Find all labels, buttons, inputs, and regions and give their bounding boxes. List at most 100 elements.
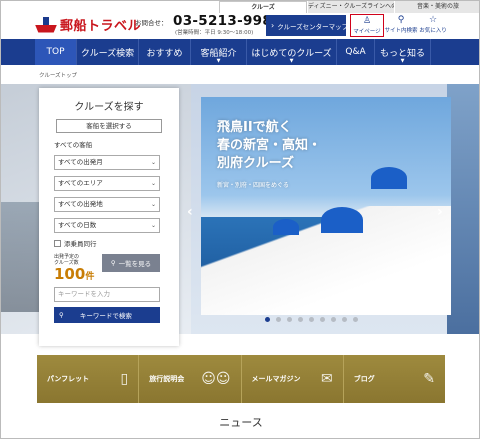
envelope-icon: ✉ [321, 371, 333, 387]
carousel-dot[interactable] [309, 317, 314, 322]
escort-label: 添乗員同行 [64, 240, 97, 248]
keyword-search-button[interactable]: ⚲ キーワードで検索 [54, 307, 160, 323]
nav-learn-more-label: もっと知る [379, 48, 425, 59]
mypage-button[interactable]: ♙ マイページ [350, 14, 384, 37]
slide-caption: 飛鳥IIで航く 春の新宮・高知・ 別府クルーズ 新宮・別府・四国をめぐる [217, 119, 321, 195]
nav-first-cruise[interactable]: はじめてのクルーズ ▼ [247, 39, 337, 65]
site-search-label: サイト内検索 [384, 28, 418, 34]
view-all-label: 一覧を見る [118, 260, 152, 268]
search-icon: ⚲ [397, 15, 405, 25]
carousel-next-arrow[interactable]: › [437, 204, 443, 220]
cruise-count: 100件 [54, 265, 94, 283]
nav-qa[interactable]: Q&A [337, 39, 375, 65]
site-search-button[interactable]: ⚲ サイト内検索 [384, 14, 418, 37]
news-heading: ニュース [219, 416, 263, 429]
checkbox-box[interactable] [54, 239, 61, 247]
nav-learn-more[interactable]: もっと知る ▼ [375, 39, 431, 65]
carousel-dot[interactable] [320, 317, 325, 322]
nav-recommended-label: おすすめ [146, 48, 183, 59]
people-icon: ☺☺ [201, 371, 231, 387]
seminar-link[interactable]: 旅行説明会 ☺☺ [139, 355, 242, 403]
area-select[interactable]: すべてのエリア ⌄ [54, 176, 160, 191]
chevron-down-icon: ▼ [216, 58, 221, 64]
view-all-button[interactable]: ⚲ 一覧を見る [102, 254, 160, 272]
chevron-down-icon: ⌄ [150, 201, 156, 208]
keyword-input[interactable]: キーワードを入力 [54, 287, 160, 302]
next-slide-preview [447, 84, 479, 334]
mail-magazine-link[interactable]: メールマガジン ✉ [242, 355, 344, 403]
breadcrumb[interactable]: クルーズトップ [39, 71, 77, 79]
escort-checkbox[interactable]: 添乗員同行 [54, 238, 164, 248]
area-select-value: すべてのエリア [58, 179, 103, 187]
person-icon: ♙ [362, 16, 372, 26]
favorites-button[interactable]: ☆ お気に入り [416, 14, 450, 37]
main-nav: TOP クルーズ検索 おすすめ 客船紹介 ▼ はじめてのクルーズ ▼ Q&A もっと… [1, 39, 479, 65]
slide-subtitle: 新宮・別府・四国をめぐる [217, 182, 289, 189]
blue-dome [321, 207, 363, 233]
top-tabs: クルーズ ディズニー・クルーズラインへの旅 音楽・美術の旅 [219, 1, 479, 13]
nav-top[interactable]: TOP [35, 39, 77, 65]
nav-cruise-search[interactable]: クルーズ検索 [77, 39, 139, 65]
chevron-down-icon: ⌄ [150, 222, 156, 229]
blue-dome [371, 167, 407, 189]
nav-ships[interactable]: 客船紹介 ▼ [191, 39, 247, 65]
chevron-right-icon: › [271, 21, 275, 30]
carousel-dot[interactable] [342, 317, 347, 322]
nav-top-label: TOP [46, 47, 65, 57]
carousel-dot[interactable] [265, 317, 270, 322]
hero-slide[interactable]: 飛鳥IIで航く 春の新宮・高知・ 別府クルーズ 新宮・別府・四国をめぐる [201, 97, 451, 315]
carousel-prev-arrow[interactable]: ‹ [187, 204, 193, 220]
tab-disney[interactable]: ディズニー・クルーズラインへの旅 [307, 1, 394, 13]
business-hours: (営業時間：平日 9:30〜18:00) [175, 30, 254, 36]
tab-cruise[interactable]: クルーズ [219, 1, 307, 13]
logo-text: 郵船トラベル [60, 19, 142, 34]
nav-first-cruise-label: はじめてのクルーズ [251, 48, 332, 59]
site-logo[interactable]: 郵船トラベル [35, 15, 141, 34]
carousel-dot[interactable] [298, 317, 303, 322]
pamphlet-label: パンフレット [47, 375, 90, 383]
carousel-dot[interactable] [353, 317, 358, 322]
days-select-value: すべての日数 [58, 221, 97, 229]
mypage-label: マイページ [353, 29, 381, 35]
carousel-dot[interactable] [287, 317, 292, 322]
blog-link[interactable]: ブログ ✎ [344, 355, 445, 403]
carousel-dot[interactable] [331, 317, 336, 322]
slide-title-line: 別府クルーズ [217, 156, 294, 171]
chevron-down-icon: ⌄ [150, 180, 156, 187]
contact-label: お問合せ： [135, 19, 168, 27]
favorites-label: お気に入り [419, 28, 447, 34]
search-title: クルーズを探す [74, 102, 144, 113]
cruise-center-map-button[interactable]: › クルーズセンターマップ [266, 15, 348, 36]
month-select-value: すべての出発月 [58, 158, 103, 166]
chevron-down-icon: ▼ [400, 58, 405, 64]
page: クルーズ ディズニー・クルーズラインへの旅 音楽・美術の旅 郵船トラベル お問合… [0, 0, 480, 439]
ship-filter-label: すべての客船 [54, 141, 93, 149]
mail-magazine-label: メールマガジン [251, 375, 301, 383]
pencil-icon: ✎ [423, 371, 435, 387]
blog-label: ブログ [353, 375, 375, 383]
book-icon: ▯ [120, 371, 129, 387]
carousel-dot[interactable] [276, 317, 281, 322]
ship-logo-icon [35, 16, 57, 33]
pamphlet-link[interactable]: パンフレット ▯ [37, 355, 140, 403]
cruise-count-value: 100 [54, 265, 86, 283]
slide-title-line: 飛鳥IIで航く [217, 120, 292, 135]
nav-ships-label: 客船紹介 [200, 48, 237, 59]
cruise-count-row: 出発予定の クルーズ数 100件 ⚲ 一覧を見る [54, 253, 164, 283]
nav-cruise-search-label: クルーズ検索 [80, 48, 135, 59]
nav-qa-label: Q&A [345, 47, 366, 57]
month-select[interactable]: すべての出発月 ⌄ [54, 155, 160, 170]
carousel-dots [265, 317, 358, 322]
feature-band: パンフレット ▯ 旅行説明会 ☺☺ メールマガジン ✉ ブログ ✎ [37, 355, 445, 403]
select-ship-button[interactable]: 客船を選択する [56, 119, 162, 133]
port-select[interactable]: すべての出発地 ⌄ [54, 197, 160, 212]
cruise-search-panel: クルーズを探す 客船を選択する すべての客船 すべての出発月 ⌄ すべてのエリア ⌄… [39, 88, 179, 346]
blue-dome [273, 219, 299, 235]
nav-recommended[interactable]: おすすめ [139, 39, 191, 65]
port-select-value: すべての出発地 [58, 200, 103, 208]
tab-music[interactable]: 音楽・美術の旅 [394, 1, 479, 13]
slide-title-line: 春の新宮・高知・ [217, 138, 322, 153]
chevron-down-icon: ▼ [289, 58, 294, 64]
keyword-search-label: キーワードで検索 [79, 312, 132, 320]
days-select[interactable]: すべての日数 ⌄ [54, 218, 160, 233]
